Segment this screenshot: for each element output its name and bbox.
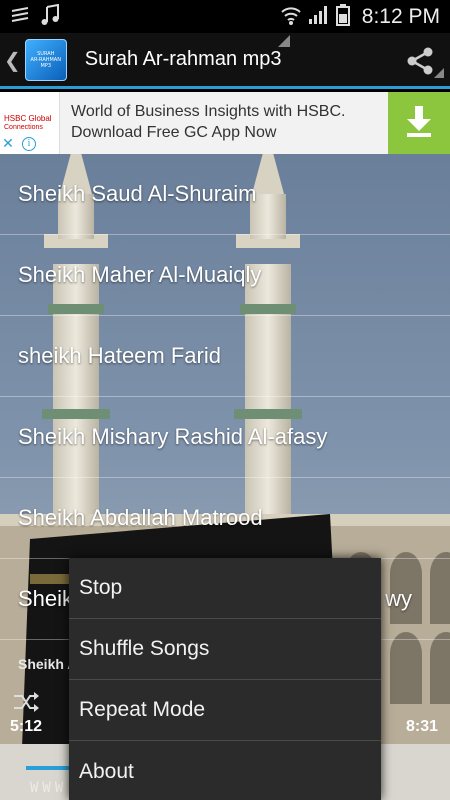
share-button[interactable]	[404, 45, 436, 77]
total-time: 8:31	[405, 718, 438, 735]
ad-logo: HSBC Global Connections ✕ i	[0, 92, 60, 154]
ad-banner[interactable]: HSBC Global Connections ✕ i World of Bus…	[0, 92, 450, 154]
shuffle-icon[interactable]	[12, 690, 40, 718]
song-item[interactable]: sheikh Hateem Farid	[0, 316, 450, 397]
ad-text[interactable]: World of Business Insights with HSBC. Do…	[60, 92, 388, 154]
menu-item-repeat-mode[interactable]: Repeat Mode	[69, 680, 381, 741]
music-icon	[40, 3, 60, 30]
song-item[interactable]: Sheikh Maher Al-Muaiqly	[0, 235, 450, 316]
notification-icon	[10, 6, 30, 27]
app-title[interactable]: Surah Ar-rahman mp3	[85, 48, 282, 71]
app-icon-text-3: MP3	[40, 62, 52, 69]
ad-line1: World of Business Insights with HSBC.	[71, 103, 346, 120]
ad-info-icon[interactable]: i	[22, 137, 36, 151]
menu-item-shuffle-songs[interactable]: Shuffle Songs	[69, 619, 381, 680]
menu-item-about[interactable]: About	[69, 741, 381, 800]
status-time: 8:12 PM	[361, 4, 440, 28]
share-icon	[404, 47, 436, 81]
wifi-icon	[280, 4, 302, 30]
song-item[interactable]: Sheikh Saud Al-Shuraim	[0, 154, 450, 235]
menu-item-stop[interactable]: Stop	[69, 558, 381, 619]
signal-icon	[308, 5, 330, 29]
song-item-label-right: wy	[385, 586, 412, 611]
battery-icon	[335, 3, 350, 30]
song-item[interactable]: Sheikh Mishary Rashid Al-afasy	[0, 397, 450, 478]
download-icon	[404, 104, 434, 142]
up-navigation-icon[interactable]: ❮	[4, 48, 21, 72]
ad-close-icon[interactable]: ✕	[0, 136, 16, 152]
app-icon[interactable]: SURAH AR-RAHMAN MP3	[24, 38, 67, 81]
ad-download-button[interactable]	[388, 92, 450, 154]
ad-line2: Download Free GC App Now	[71, 124, 277, 141]
ad-logo-line1: HSBC Global	[4, 114, 52, 123]
status-bar: 8:12 PM	[0, 0, 450, 33]
share-dropdown-indicator	[434, 68, 444, 78]
title-dropdown-indicator	[278, 35, 290, 47]
action-bar: ❮ SURAH AR-RAHMAN MP3 Surah Ar-rahman mp…	[0, 33, 450, 89]
ad-logo-line2: Connections	[4, 124, 43, 131]
overflow-menu: Stop Shuffle Songs Repeat Mode About	[69, 558, 381, 800]
song-item[interactable]: Sheikh Abdallah Matrood	[0, 478, 450, 559]
elapsed-time: 5:12	[10, 718, 43, 735]
